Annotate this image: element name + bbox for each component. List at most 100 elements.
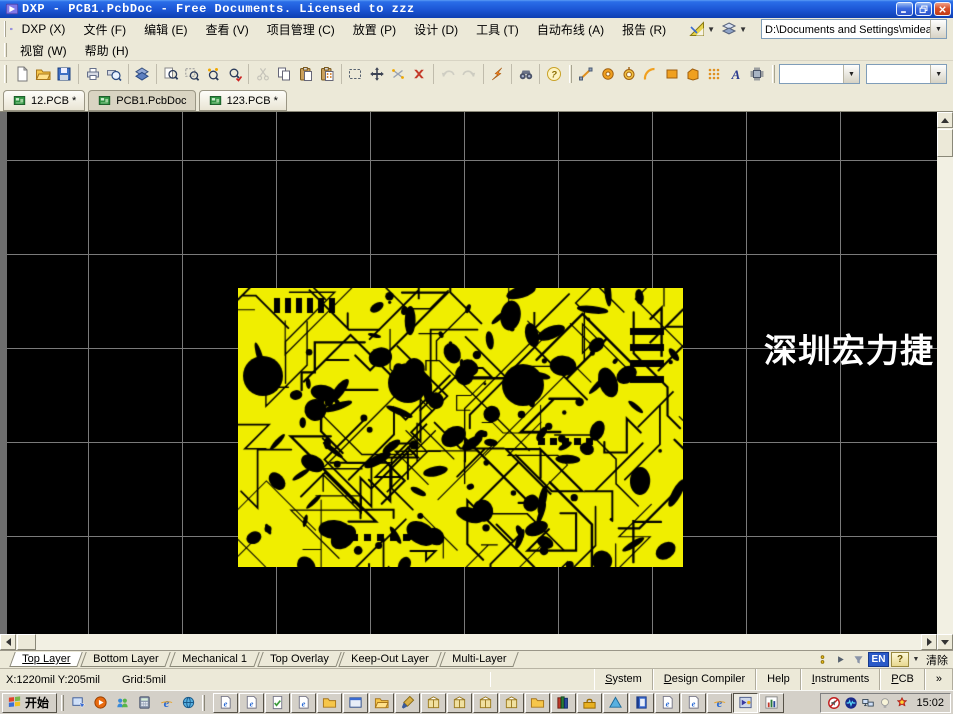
taskbar-task[interactable] [421,693,446,713]
vertical-scroll-thumb[interactable] [937,129,953,157]
menu-help[interactable]: 帮助 (H) [76,40,138,61]
new-document-button[interactable] [11,63,32,85]
menu-reports[interactable]: 报告 (R) [613,19,675,40]
toolbar-grip[interactable] [4,21,6,36]
mute-tray-icon[interactable] [827,696,841,710]
pcb-artwork[interactable] [238,288,683,567]
taskbar-task[interactable] [525,693,550,713]
taskbar-task[interactable] [499,693,524,713]
panel-pcb[interactable]: PCB [880,669,925,690]
taskbar-task[interactable] [473,693,498,713]
quicklaunch-windows-update[interactable] [178,693,198,713]
place-line-button[interactable] [576,63,597,85]
doc-tab-123pcb[interactable]: 123.PCB * [199,90,287,111]
restore-button[interactable] [915,2,932,16]
select-area-button[interactable] [345,63,366,85]
combo-arrow-icon[interactable]: ▼ [930,65,946,83]
vertical-scrollbar[interactable] [937,112,953,650]
clear-label[interactable]: 清除 [923,652,951,668]
network-tray-icon[interactable] [861,696,875,710]
toolbar-grip[interactable] [4,43,7,57]
quicklaunch-show-desktop[interactable] [68,693,88,713]
zoom-document-button[interactable] [160,63,181,85]
toolbar-grip[interactable] [569,65,572,83]
measure-tool-button[interactable]: ▼ [686,19,718,39]
pcb-editor-canvas[interactable]: 深圳宏力捷 [0,112,937,634]
menu-edit[interactable]: 编辑 (E) [135,19,196,40]
menu-tools[interactable]: 工具 (T) [467,19,528,40]
taskbar-task[interactable] [395,693,420,713]
layer-tool-button[interactable]: ▼ [718,19,750,39]
animate-button[interactable] [832,652,848,667]
doc-tab-12pcb[interactable]: 12.PCB * [3,90,85,111]
net-combobox[interactable]: ▼ [866,64,947,84]
place-fill-button[interactable] [661,63,682,85]
menu-file[interactable]: 文件 (F) [74,19,135,40]
taskbar-task[interactable] [603,693,628,713]
scroll-right-button[interactable] [921,634,937,650]
interactive-route-button[interactable] [487,63,508,85]
layer-tab-bottom[interactable]: Bottom Layer [81,652,172,667]
place-string-button[interactable]: A [725,63,746,85]
taskbar-task[interactable] [265,693,290,713]
scroll-down-button[interactable] [937,634,953,650]
place-pad-button[interactable] [597,63,618,85]
menu-place[interactable]: 放置 (P) [344,19,405,40]
panel-instruments[interactable]: Instruments [801,669,880,690]
taskbar-task[interactable]: e [655,693,680,713]
taskbar-task[interactable] [629,693,654,713]
combo-arrow-icon[interactable]: ▼ [930,20,946,38]
language-help-button[interactable]: ? [891,652,909,667]
quicklaunch-media-player[interactable] [90,693,110,713]
quicklaunch-internet-explorer[interactable]: e [156,693,176,713]
taskbar-task[interactable]: e [213,693,238,713]
start-button[interactable]: 开始 [2,693,57,713]
move-button[interactable] [366,63,387,85]
deselect-button[interactable] [387,63,408,85]
copy-button[interactable] [274,63,295,85]
layer-tab-keepout[interactable]: Keep-Out Layer [339,652,442,667]
alarm-tray-icon[interactable] [895,696,909,710]
doc-tab-pcb1[interactable]: PCB1.PcbDoc [88,90,195,111]
menu-window[interactable]: 视窗 (W) [11,40,76,61]
horizontal-scroll-thumb[interactable] [17,634,36,650]
quicklaunch-messenger[interactable] [112,693,132,713]
place-array-button[interactable] [704,63,725,85]
help-button[interactable]: ? [543,63,564,85]
scroll-left-button[interactable] [0,634,16,650]
find-button[interactable] [515,63,536,85]
zoom-selected-button[interactable] [203,63,224,85]
taskbar-task-active[interactable] [733,693,758,713]
browse-documents-button[interactable] [132,63,153,85]
panel-more[interactable]: » [925,669,953,690]
menu-view[interactable]: 查看 (V) [196,19,257,40]
print-preview-button[interactable] [103,63,124,85]
redo-button[interactable] [458,63,479,85]
layer-tab-top[interactable]: Top Layer [9,652,83,667]
panel-system[interactable]: System [594,669,653,690]
taskbar-task[interactable]: e [239,693,264,713]
taskbar-task[interactable] [759,693,784,713]
menu-project[interactable]: 项目管理 (C) [258,19,344,40]
filter-button[interactable] [850,652,866,667]
taskbar-task[interactable] [317,693,342,713]
layer-tab-mechanical[interactable]: Mechanical 1 [169,652,259,667]
zoom-filter-button[interactable] [224,63,245,85]
menu-design[interactable]: 设计 (D) [405,19,467,40]
horizontal-scrollbar[interactable] [0,634,937,650]
zoom-area-button[interactable] [181,63,202,85]
mask-level-button[interactable] [814,652,830,667]
panel-help[interactable]: Help [756,669,801,690]
taskbar-grip[interactable] [202,695,205,711]
paste-button[interactable] [295,63,316,85]
bulb-tray-icon[interactable] [878,696,892,710]
language-indicator[interactable]: EN [868,652,889,667]
toolbar-grip[interactable] [772,65,775,83]
print-button[interactable] [82,63,103,85]
panel-design-compiler[interactable]: Design Compiler [653,669,756,690]
place-via-button[interactable] [618,63,639,85]
place-polygon-button[interactable] [682,63,703,85]
pulse-tray-icon[interactable] [844,696,858,710]
combo-arrow-icon[interactable]: ▼ [843,65,859,83]
layer-tab-multilayer[interactable]: Multi-Layer [439,652,519,667]
